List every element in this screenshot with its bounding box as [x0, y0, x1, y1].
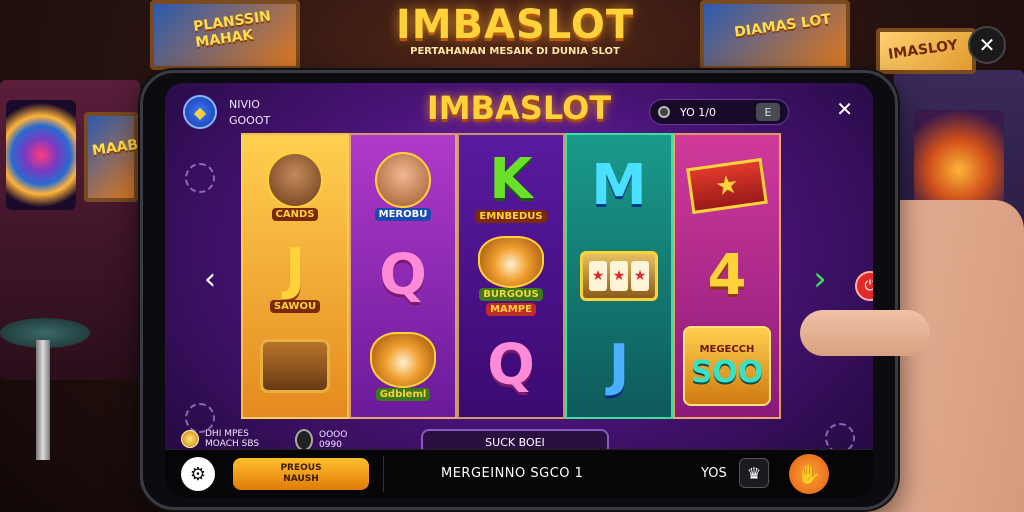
background-sign-left: PLANSSIN MAHAK	[150, 0, 300, 70]
promo-button[interactable]: PREOUS NAUSH	[233, 458, 369, 490]
treasure-chest-icon	[260, 339, 330, 393]
symbol-slot-machine: ★ ★ ★	[575, 236, 663, 316]
game-screen: ◆ NIVIO GOOOT IMBASLOT YO 1/0 E ✕ ‹ CAND…	[165, 83, 873, 497]
background-cabinet-screen: MAAB	[84, 112, 140, 202]
gear-icon[interactable]: ⚙	[181, 457, 215, 491]
background-sign-far-right-text: IMASLOY	[887, 37, 959, 63]
decor-ring-icon	[185, 163, 215, 193]
symbol-star-banner: ★	[683, 146, 771, 226]
bet-line1: OOOO	[319, 430, 348, 440]
chip-icon	[295, 429, 313, 451]
reel-2: MEROBU Q Gdbleml	[349, 133, 457, 419]
reel-3: K EMNBEDUS BURGOUS MAMPE Q	[457, 133, 565, 419]
screen-close-icon[interactable]: ✕	[836, 97, 853, 121]
slot-machine-icon: ★ ★ ★	[580, 251, 658, 301]
game-footer: ⚙ PREOUS NAUSH MERGEINNO SGCO 1 YOS ♛ ✋	[165, 449, 873, 497]
background-sign-far-right: IMASLOY	[876, 28, 976, 74]
spin-button[interactable]: ✋	[789, 454, 829, 494]
symbol-caption: SAWOU	[269, 299, 321, 313]
footer-divider	[383, 456, 384, 492]
game-top-bar: ◆ NIVIO GOOOT IMBASLOT YO 1/0 E ✕	[165, 83, 873, 135]
power-icon[interactable]: ⏻	[855, 271, 873, 301]
background-tagline: PERTAHANAN MESAIK DI DUNIA SLOT	[410, 46, 620, 57]
background-cabinet-text: MAAB	[91, 136, 140, 160]
footer-status: MERGEINNO SGCO 1	[441, 466, 584, 481]
tiger-icon	[478, 236, 544, 288]
spiral-screen	[6, 100, 76, 210]
symbol-letter: J	[284, 236, 306, 302]
warrior-face	[267, 151, 323, 208]
symbol-letter: 4	[707, 243, 747, 308]
symbol-letter: Q	[379, 243, 427, 308]
symbol-j: J SAWOU	[251, 236, 339, 316]
reel-4: M ★ ★ ★ J	[565, 133, 673, 419]
symbol-caption: EMNBEDUS	[475, 209, 547, 223]
symbol-caption: MEROBU	[374, 207, 432, 221]
finger	[800, 310, 930, 356]
promo-line1: PREOUS	[280, 463, 322, 473]
symbol-4: 4	[683, 236, 771, 316]
balance-value: YO 1/0	[680, 105, 716, 119]
symbol-tiger: Gdbleml	[359, 326, 447, 406]
bar-stool-pole	[36, 340, 50, 460]
symbol-k: K EMNBEDUS	[467, 146, 555, 226]
symbol-letter: Q	[487, 333, 535, 398]
chevron-right-icon[interactable]: ›	[805, 259, 835, 299]
symbol-letter: K	[489, 146, 533, 212]
phone-device: ◆ NIVIO GOOOT IMBASLOT YO 1/0 E ✕ ‹ CAND…	[140, 70, 898, 510]
symbol-letter: M	[591, 153, 647, 218]
balance-pill[interactable]: YO 1/0 E	[649, 99, 789, 125]
symbol-jackpot: MEGECCH SOO	[683, 326, 771, 406]
background-sign-right-text: DIAMAS LOT	[733, 11, 832, 41]
background-sign-left-text: PLANSSIN MAHAK	[192, 8, 272, 51]
symbol-q: Q	[359, 236, 447, 316]
symbol-chest	[251, 326, 339, 406]
symbol-m: M	[575, 146, 663, 226]
star-icon: ★	[686, 157, 768, 215]
symbol-q: Q	[467, 326, 555, 406]
tiger-icon	[370, 331, 436, 388]
trophy-icon[interactable]: ♛	[739, 458, 769, 488]
promo-line2: NAUSH	[283, 474, 319, 484]
reel-1: CANDS J SAWOU	[241, 133, 349, 419]
symbol-warrior: CANDS	[251, 146, 339, 226]
reel-5: ★ 4 MEGECCH SOO	[673, 133, 781, 419]
symbol-cowgirl: MEROBU	[359, 146, 447, 226]
symbol-caption: Gdbleml	[375, 387, 431, 401]
menu-button[interactable]: E	[756, 103, 780, 121]
bet-info[interactable]: OOOO 0990	[295, 429, 347, 451]
symbol-banner: MAMPE	[486, 303, 536, 316]
symbol-j: J	[575, 326, 663, 406]
footer-vos-label: YOS	[701, 466, 727, 481]
coin-line2: MOACH SBS	[205, 439, 260, 449]
close-icon[interactable]: ✕	[968, 26, 1006, 64]
background-logo-sign: IMBASLOT PERTAHANAN MESAIK DI DUNIA SLOT	[370, 2, 660, 72]
coin-icon	[181, 430, 199, 448]
coin-icon	[658, 106, 670, 118]
symbol-caption: CANDS	[271, 207, 319, 221]
slot-reels: CANDS J SAWOU MEROBU Q Gdbleml K EMNBEDU…	[241, 133, 781, 419]
chevron-left-icon[interactable]: ‹	[195, 259, 225, 299]
symbol-caption: BURGOUS	[479, 288, 543, 301]
symbol-value: SOO	[690, 354, 764, 390]
coin-line1: DHI MPES	[205, 429, 249, 439]
cowgirl-face	[375, 151, 431, 208]
symbol-caption: MEGECCH	[699, 343, 755, 355]
symbol-tiger: BURGOUS MAMPE	[467, 236, 555, 316]
background-logo: IMBASLOT	[395, 2, 635, 48]
coin-info: DHI MPES MOACH SBS	[181, 429, 259, 449]
symbol-letter: J	[608, 333, 630, 398]
background-sign-right: DIAMAS LOT	[700, 0, 850, 70]
